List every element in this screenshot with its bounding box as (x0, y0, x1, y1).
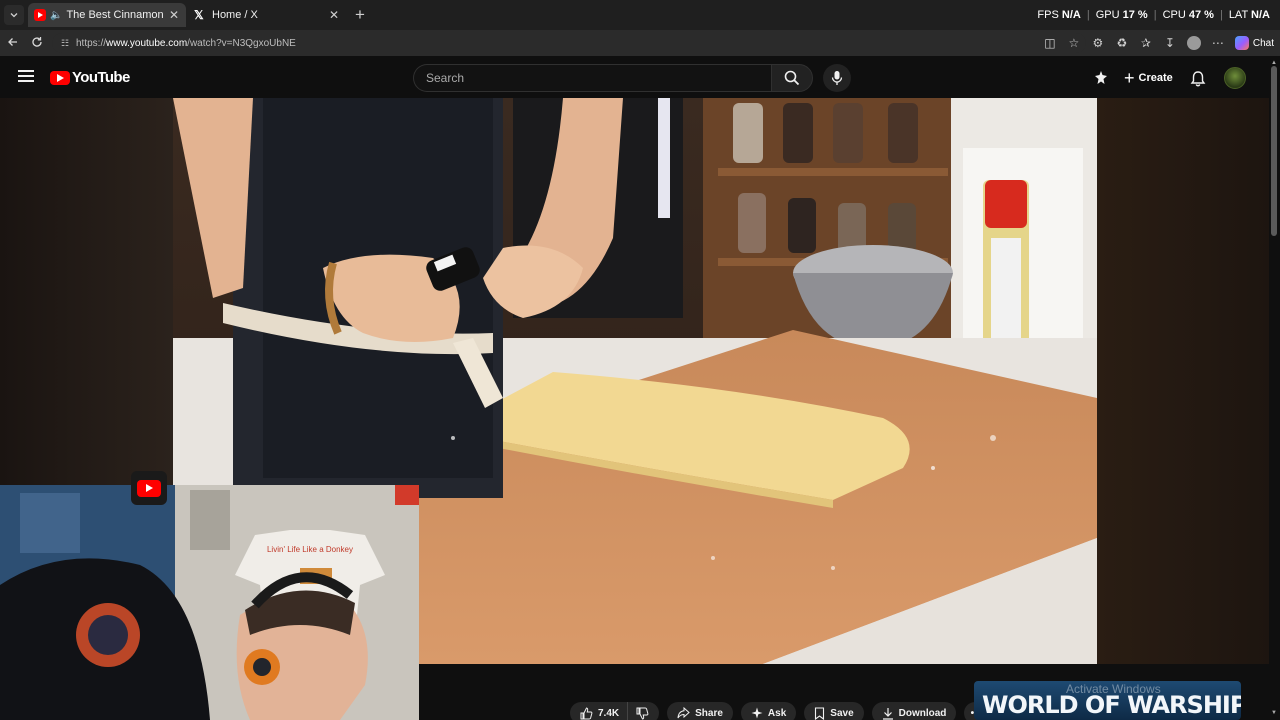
tab-title: Home / X (212, 9, 258, 21)
close-tab-icon[interactable]: ✕ (326, 8, 342, 22)
shirt-text: Livin' Life Like a Donkey (267, 545, 353, 554)
chevron-down-icon (10, 13, 18, 18)
user-avatar[interactable] (1224, 67, 1246, 89)
plus-icon: + (1124, 68, 1135, 88)
copilot-icon (1234, 36, 1249, 50)
copilot-chat-button[interactable]: Chat (1234, 36, 1274, 50)
search-icon (784, 70, 800, 86)
scrollbar-thumb[interactable] (1271, 66, 1277, 236)
browser-tab-strip: 🔈 The Best Cinnamon Buns At H ✕ 𝕏 Home /… (0, 0, 1280, 30)
like-button[interactable]: 7.4K (570, 702, 628, 720)
youtube-favicon-icon (34, 9, 46, 21)
page-scrollbar[interactable]: ▲ ▼ (1270, 60, 1278, 720)
share-icon (677, 707, 690, 719)
speaker-icon[interactable]: 🔈 (50, 10, 62, 21)
create-button[interactable]: + Create (1118, 64, 1179, 92)
latency-stat: LAT N/A (1228, 9, 1270, 21)
windows-activation-watermark: Activate Windows (1066, 682, 1161, 696)
scroll-down-icon[interactable]: ▼ (1270, 710, 1278, 716)
voice-search-button[interactable] (823, 64, 851, 92)
tab-x-home[interactable]: 𝕏 Home / X ✕ (188, 3, 346, 27)
download-icon (882, 707, 893, 720)
reload-button[interactable] (28, 34, 46, 52)
share-button[interactable]: Share (667, 702, 733, 720)
streamer-webcam: Livin' Life Like a Donkey (0, 485, 419, 720)
notifications-button[interactable] (1184, 64, 1212, 92)
reload-icon (32, 37, 42, 47)
search-button[interactable] (771, 64, 813, 92)
microphone-icon (831, 71, 843, 85)
youtube-header: YouTube Search + Create (0, 56, 1280, 98)
close-tab-icon[interactable]: ✕ (166, 8, 182, 22)
tab-youtube[interactable]: 🔈 The Best Cinnamon Buns At H ✕ (28, 3, 186, 27)
favorites-icon[interactable]: ✰ (1139, 34, 1153, 52)
url-field[interactable]: ☷ https://www.youtube.com/watch?v=N3Qgxo… (52, 33, 1086, 53)
download-button[interactable]: Download (871, 702, 957, 720)
address-bar-row: ☷ https://www.youtube.com/watch?v=N3Qgxo… (0, 30, 1280, 56)
bookmark-icon (815, 706, 825, 720)
url-scheme: https:// (76, 37, 107, 49)
profile-avatar[interactable] (1186, 36, 1201, 50)
youtube-logo-icon (137, 479, 161, 497)
fps-stat: FPS N/A (1037, 9, 1081, 21)
youtube-logo[interactable]: YouTube (50, 69, 130, 86)
downloads-icon[interactable]: ↧ (1163, 34, 1177, 52)
search-input[interactable]: Search (413, 64, 771, 92)
video-actions: 7.4K Share Ask Save Download ••• (570, 702, 991, 720)
ask-button[interactable]: Ask (740, 702, 797, 720)
extensions-icon[interactable]: ⚙ (1091, 34, 1105, 52)
bell-icon (1190, 70, 1206, 86)
url-host: www.youtube.com (106, 37, 188, 49)
cpu-stat: CPU 47 % (1162, 9, 1214, 21)
webcam-frame: Livin' Life Like a Donkey (0, 485, 419, 720)
performance-icon[interactable]: ♻ (1115, 34, 1129, 52)
more-options-icon[interactable]: ⋯ (1211, 34, 1225, 52)
youtube-play-icon (50, 70, 70, 85)
url-path: /watch?v=N3QgxoUbNE (187, 37, 296, 49)
site-info-icon[interactable]: ☷ (58, 38, 72, 49)
performance-overlay: FPS N/A | GPU 17 % | CPU 47 % | LAT N/A (1037, 9, 1270, 21)
save-button[interactable]: Save (804, 702, 864, 720)
ambient-glow-right (1097, 98, 1269, 664)
dislike-button[interactable] (627, 702, 660, 720)
gpu-stat: GPU 17 % (1095, 9, 1148, 21)
tab-title: The Best Cinnamon Buns At H (66, 9, 166, 21)
new-tab-button[interactable]: + (350, 5, 370, 25)
youtube-studio-button[interactable] (1087, 64, 1115, 92)
tab-actions-menu-button[interactable] (4, 5, 24, 25)
like-count: 7.4K (598, 707, 620, 719)
thumbs-down-icon (636, 707, 649, 720)
sparkle-icon (751, 707, 763, 719)
back-button[interactable] (4, 34, 22, 52)
menu-icon[interactable] (18, 69, 34, 83)
split-screen-icon[interactable]: ◫ (1043, 34, 1057, 52)
youtube-stream-badge (131, 471, 167, 505)
x-favicon-icon: 𝕏 (194, 8, 204, 22)
arrow-left-icon (8, 38, 17, 46)
thumbs-up-icon (580, 706, 593, 719)
favorite-star-icon[interactable]: ☆ (1067, 34, 1081, 52)
browser-toolbar-icons: ◫ ☆ ⚙ ♻ ✰ ↧ ⋯ Chat (1043, 34, 1274, 52)
sparkle-gear-icon (1095, 71, 1107, 84)
